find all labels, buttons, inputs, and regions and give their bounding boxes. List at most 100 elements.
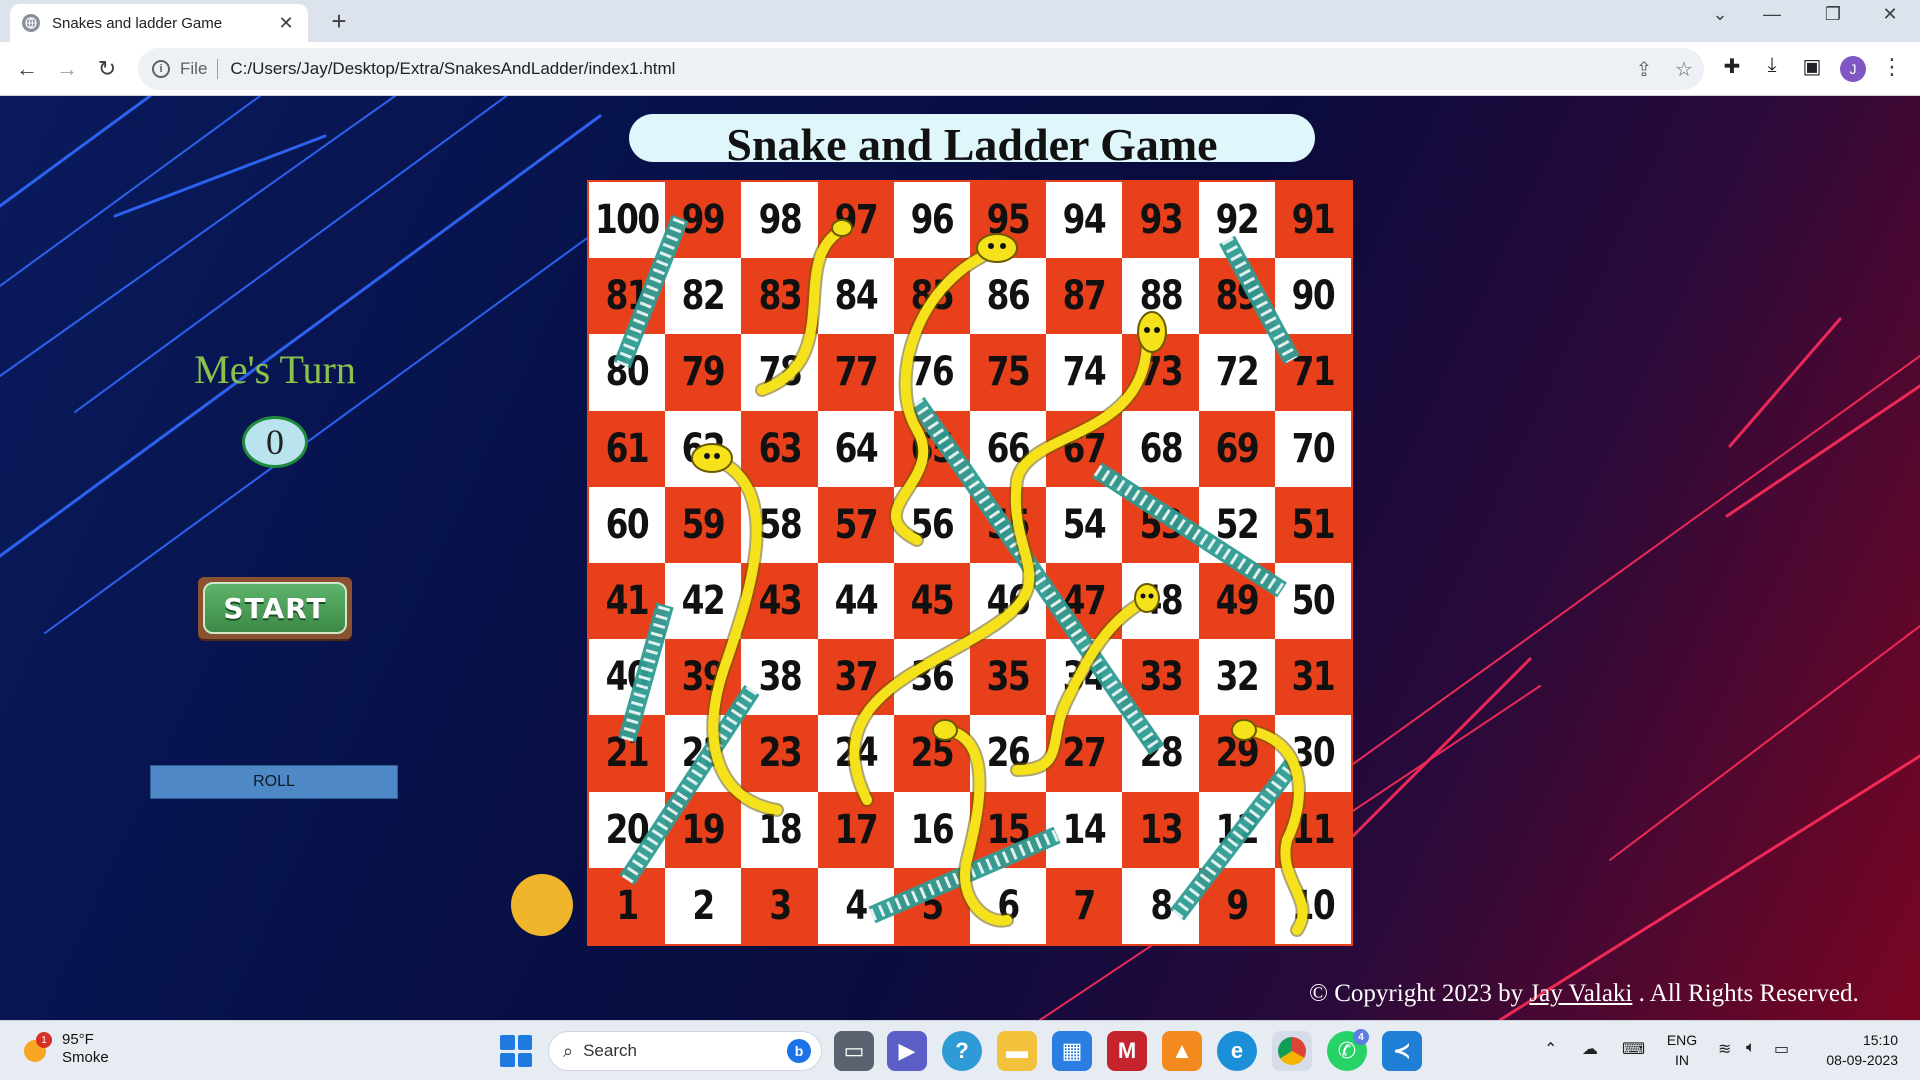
- board-cell: 61: [589, 410, 666, 487]
- board-cell: 17: [817, 791, 894, 868]
- board-cell: 64: [817, 410, 894, 487]
- board-cell: 52: [1198, 486, 1275, 563]
- url-text[interactable]: C:/Users/Jay/Desktop/Extra/SnakesAndLadd…: [230, 59, 1624, 79]
- board-cell: 86: [969, 258, 1047, 335]
- extensions-puzzle-icon[interactable]: ✚: [1716, 54, 1748, 79]
- board-cell-number: 52: [1215, 501, 1260, 548]
- keyboard-icon[interactable]: ⌨: [1622, 1039, 1645, 1059]
- board-cell-number: 23: [758, 730, 802, 777]
- board-cell: 31: [1274, 639, 1351, 716]
- board-cell: 16: [893, 791, 970, 868]
- board-cell: 23: [741, 715, 818, 792]
- board-cell: 87: [1046, 258, 1123, 335]
- vlc-icon[interactable]: ▲: [1162, 1031, 1202, 1071]
- board-cell: 56: [893, 486, 970, 563]
- help-tips-icon[interactable]: ?: [942, 1031, 982, 1071]
- board-cell: 60: [589, 486, 666, 563]
- wifi-icon[interactable]: ≋: [1718, 1039, 1731, 1059]
- weather-widget[interactable]: 1 95°F Smoke: [22, 1031, 109, 1067]
- copyright-suffix: . All Rights Reserved.: [1632, 980, 1859, 1007]
- chrome-icon[interactable]: [1272, 1031, 1312, 1071]
- board-cell-number: 41: [605, 578, 650, 625]
- back-arrow-icon[interactable]: ←: [10, 52, 44, 86]
- board-cell-number: 2: [692, 882, 716, 929]
- whatsapp-icon[interactable]: ✆ 4: [1327, 1029, 1369, 1071]
- minimize-icon[interactable]: —: [1752, 4, 1792, 25]
- windows-start-icon[interactable]: [500, 1035, 532, 1067]
- window-close-icon[interactable]: ✕: [1870, 4, 1910, 25]
- edge-icon[interactable]: e: [1217, 1031, 1257, 1071]
- teams-chat-icon[interactable]: ▶: [887, 1031, 927, 1071]
- start-button-label: START: [203, 582, 347, 634]
- language-indicator[interactable]: ENG IN: [1662, 1030, 1702, 1070]
- site-info-icon[interactable]: i: [152, 60, 170, 78]
- download-icon[interactable]: ⤓: [1756, 54, 1788, 77]
- game-page: Snake and Ladder Game Me's Turn 0 START …: [0, 96, 1920, 1020]
- vscode-icon[interactable]: ≺: [1382, 1031, 1422, 1071]
- start-button[interactable]: START: [198, 577, 352, 639]
- restore-icon[interactable]: ❐: [1813, 4, 1853, 25]
- board-cell-number: 97: [834, 197, 879, 244]
- board-cell: 37: [817, 639, 894, 716]
- board-cell-number: 9: [1226, 882, 1249, 929]
- board-cell: 20: [589, 791, 666, 868]
- address-bar[interactable]: i File C:/Users/Jay/Desktop/Extra/Snakes…: [138, 48, 1704, 90]
- board-cell-number: 11: [1291, 806, 1336, 853]
- tab-close-icon[interactable]: ✕: [276, 13, 296, 34]
- board-cell: 12: [1198, 791, 1275, 868]
- battery-icon[interactable]: ▭: [1774, 1039, 1789, 1059]
- bing-icon[interactable]: b: [787, 1039, 811, 1063]
- turn-label: Me's Turn: [194, 347, 356, 392]
- board-cell-number: 58: [758, 501, 802, 548]
- dice-value-display: 0: [242, 416, 308, 468]
- whatsapp-badge: 4: [1353, 1029, 1369, 1045]
- onedrive-cloud-icon[interactable]: ☁: [1582, 1039, 1598, 1059]
- task-view-icon[interactable]: ▭: [834, 1031, 874, 1071]
- show-hidden-icons-chevron-icon[interactable]: ⌃: [1544, 1039, 1557, 1059]
- page-title: Snake and Ladder Game: [726, 118, 1218, 170]
- board-cell-number: 47: [1063, 578, 1107, 625]
- board-cell-number: 22: [682, 730, 726, 777]
- board-cell: 59: [665, 486, 742, 563]
- board-cell: 11: [1274, 791, 1351, 868]
- board-cell-number: 57: [834, 501, 879, 548]
- board-cell-number: 33: [1139, 654, 1183, 701]
- board-cell-number: 98: [758, 197, 802, 244]
- board-cell: 97: [817, 182, 894, 259]
- board-cell: 15: [969, 791, 1047, 868]
- tab-snakes-and-ladder[interactable]: Snakes and ladder Game ✕: [10, 4, 308, 42]
- side-panel-icon[interactable]: ▣: [1796, 54, 1828, 79]
- board-cell-number: 85: [910, 273, 955, 320]
- board-cell-number: 3: [768, 882, 792, 929]
- board-cell: 83: [741, 258, 818, 335]
- author-link[interactable]: Jay Valaki: [1529, 980, 1632, 1007]
- system-clock[interactable]: 15:10 08-09-2023: [1812, 1030, 1898, 1070]
- board-cell: 29: [1198, 715, 1275, 792]
- weather-desc: Smoke: [62, 1049, 109, 1066]
- file-explorer-icon[interactable]: ▬: [997, 1031, 1037, 1071]
- share-icon[interactable]: ⇪: [1624, 57, 1664, 82]
- board-cell: 95: [969, 182, 1047, 259]
- volume-icon[interactable]: 🔈︎: [1746, 1039, 1756, 1057]
- microsoft-store-icon[interactable]: ▦: [1052, 1031, 1092, 1071]
- profile-avatar[interactable]: J: [1840, 56, 1866, 82]
- taskbar-search[interactable]: ⌕ Search b: [548, 1031, 822, 1071]
- mcafee-icon[interactable]: M: [1107, 1031, 1147, 1071]
- board-cell: 98: [741, 182, 818, 259]
- tab-search-chevron-icon[interactable]: ⌄: [1700, 4, 1740, 25]
- forward-arrow-icon[interactable]: →: [50, 52, 84, 86]
- more-menu-icon[interactable]: ⋮: [1880, 54, 1904, 80]
- board-cell: 81: [589, 258, 666, 335]
- board-cell-number: 81: [605, 273, 650, 320]
- board-cell-number: 69: [1215, 425, 1260, 472]
- board-cell: 88: [1122, 258, 1199, 335]
- board-cell-number: 8: [1149, 882, 1173, 929]
- roll-button[interactable]: ROLL: [150, 765, 398, 799]
- reload-icon[interactable]: ↻: [90, 52, 124, 86]
- board-cell-number: 20: [605, 806, 650, 853]
- bookmark-star-icon[interactable]: ☆: [1664, 57, 1704, 82]
- new-tab-button[interactable]: +: [324, 6, 354, 37]
- clock-date: 08-09-2023: [1826, 1052, 1898, 1068]
- board-cell: 45: [893, 562, 970, 640]
- board-cell-number: 14: [1063, 806, 1107, 853]
